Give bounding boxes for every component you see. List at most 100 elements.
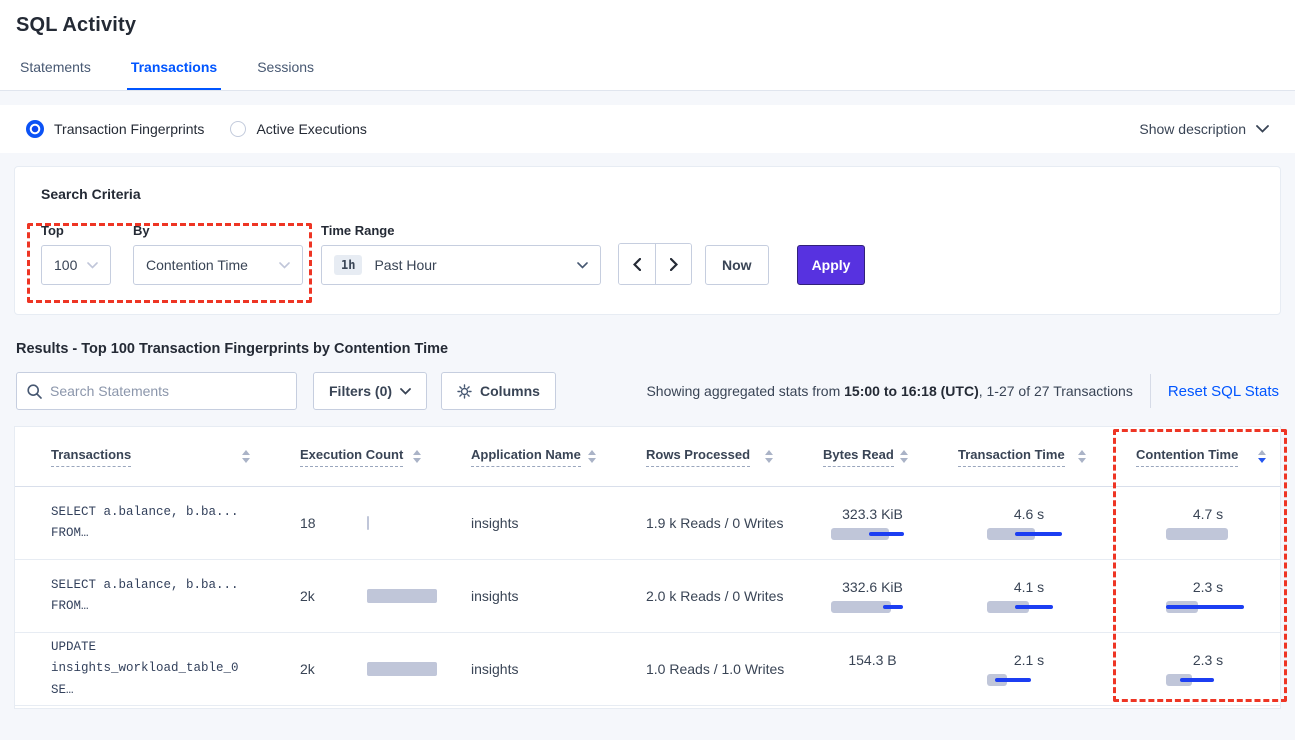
bytes-read-bar: [831, 601, 915, 613]
execution-count-bar: [367, 662, 435, 676]
by-label: By: [133, 223, 303, 238]
reset-sql-stats-link[interactable]: Reset SQL Stats: [1168, 383, 1279, 400]
criteria-form-row: Top 100 By Contention Time Time Range 1h…: [41, 223, 1254, 285]
top-bar: SQL Activity Statements Transactions Ses…: [0, 0, 1295, 91]
table-header-row: Transactions Execution Count Application…: [15, 427, 1280, 487]
column-header-application-name[interactable]: Application Name: [435, 427, 610, 486]
bytes-read-cell: 154.3 B: [787, 633, 922, 705]
search-box[interactable]: [16, 372, 297, 410]
top-label: Top: [41, 223, 111, 238]
time-prev-button[interactable]: [619, 244, 655, 284]
by-select-value: Contention Time: [146, 257, 248, 273]
transaction-time-cell: 2.1 s: [922, 633, 1100, 705]
tab-statements[interactable]: Statements: [16, 59, 95, 90]
columns-button[interactable]: Columns: [441, 372, 556, 410]
columns-label: Columns: [480, 383, 540, 399]
time-range-label: Time Range: [321, 223, 601, 238]
search-criteria-card: Search Criteria Top 100 By Contention Ti…: [14, 166, 1281, 315]
sort-icon[interactable]: [242, 450, 250, 463]
rows-processed-cell: 1.0 Reads / 1.0 Writes: [610, 633, 787, 705]
results-heading: Results - Top 100 Transaction Fingerprin…: [16, 341, 1279, 357]
execution-count-bar: [367, 589, 435, 603]
column-header-bytes-read[interactable]: Bytes Read: [787, 427, 922, 486]
sort-icon[interactable]: [588, 450, 596, 463]
show-description-toggle[interactable]: Show description: [1139, 121, 1269, 137]
radio-unselected-icon: [230, 121, 246, 137]
execution-count-cell: 2k: [264, 560, 435, 632]
table-row: SELECT a.balance, b.ba... FROM… 18 insig…: [15, 487, 1280, 560]
sort-icon-desc-active[interactable]: [1258, 450, 1266, 463]
chevron-right-icon: [670, 258, 678, 271]
chevron-down-icon: [279, 262, 290, 269]
sort-icon[interactable]: [900, 450, 908, 463]
now-button[interactable]: Now: [705, 245, 769, 285]
view-toggle-strip: Transaction Fingerprints Active Executio…: [0, 105, 1295, 153]
column-header-transactions[interactable]: Transactions: [15, 427, 264, 486]
bytes-read-cell: 323.3 KiB: [787, 487, 922, 559]
table-row: UPDATE insights_workload_table_0 SE… 2k …: [15, 633, 1280, 706]
radio-label: Active Executions: [256, 121, 367, 137]
transaction-fingerprint-link[interactable]: SELECT a.balance, b.ba... FROM…: [15, 487, 264, 559]
tab-transactions[interactable]: Transactions: [127, 59, 221, 90]
time-range-badge: 1h: [334, 255, 362, 275]
chevron-down-icon: [577, 262, 588, 269]
chevron-down-icon: [1256, 125, 1269, 133]
tab-sessions[interactable]: Sessions: [253, 59, 318, 90]
sort-icon[interactable]: [765, 450, 773, 463]
radio-selected-icon: [26, 120, 44, 138]
sort-icon[interactable]: [413, 450, 421, 463]
contention-time-bar: [1166, 674, 1250, 686]
transaction-fingerprint-link[interactable]: UPDATE insights_workload_table_0 SE…: [15, 633, 264, 705]
radio-transaction-fingerprints[interactable]: Transaction Fingerprints: [26, 120, 204, 138]
chevron-down-icon: [87, 262, 98, 269]
rows-processed-cell: 2.0 k Reads / 0 Writes: [610, 560, 787, 632]
by-select[interactable]: Contention Time: [133, 245, 303, 285]
execution-count-bar: [367, 516, 435, 530]
transaction-fingerprint-link[interactable]: SELECT a.balance, b.ba... FROM…: [15, 560, 264, 632]
bytes-read-cell: 332.6 KiB: [787, 560, 922, 632]
time-nav-group: [618, 243, 692, 285]
contention-time-bar: [1166, 601, 1250, 613]
column-header-rows-processed[interactable]: Rows Processed: [610, 427, 787, 486]
radio-label: Transaction Fingerprints: [54, 121, 204, 137]
column-header-transaction-time[interactable]: Transaction Time: [922, 427, 1100, 486]
transaction-time-bar: [987, 528, 1071, 540]
show-description-label: Show description: [1139, 121, 1246, 137]
results-controls-row: Filters (0) Columns Showing aggregated s…: [16, 372, 1279, 410]
top-select-value: 100: [54, 257, 77, 273]
page-title: SQL Activity: [16, 14, 1279, 37]
apply-button[interactable]: Apply: [797, 245, 866, 285]
tab-bar: Statements Transactions Sessions: [16, 59, 1279, 90]
search-icon: [27, 384, 42, 399]
aggregated-stats-text: Showing aggregated stats from 15:00 to 1…: [646, 383, 1132, 399]
filters-label: Filters (0): [329, 383, 392, 399]
application-name-cell: insights: [435, 560, 610, 632]
transactions-table: Transactions Execution Count Application…: [14, 426, 1281, 709]
time-range-select[interactable]: 1h Past Hour: [321, 245, 601, 285]
execution-count-cell: 2k: [264, 633, 435, 705]
application-name-cell: insights: [435, 487, 610, 559]
column-header-contention-time[interactable]: Contention Time: [1100, 427, 1280, 486]
time-range-field: Time Range 1h Past Hour: [303, 223, 601, 285]
filters-button[interactable]: Filters (0): [313, 372, 427, 410]
bytes-read-bar: [831, 528, 915, 540]
transaction-time-bar: [987, 674, 1071, 686]
chevron-down-icon: [400, 388, 411, 395]
bytes-read-bar: [831, 674, 915, 686]
column-header-execution-count[interactable]: Execution Count: [264, 427, 435, 486]
transaction-time-bar: [987, 601, 1071, 613]
contention-time-cell: 2.3 s: [1100, 633, 1280, 705]
top-select[interactable]: 100: [41, 245, 111, 285]
gear-icon: [457, 384, 472, 399]
search-input[interactable]: [50, 383, 286, 399]
contention-time-bar: [1166, 528, 1250, 540]
transaction-time-cell: 4.1 s: [922, 560, 1100, 632]
sort-icon[interactable]: [1078, 450, 1086, 463]
search-criteria-title: Search Criteria: [41, 186, 1254, 202]
time-next-button[interactable]: [655, 244, 691, 284]
vertical-divider: [1150, 374, 1151, 408]
radio-active-executions[interactable]: Active Executions: [230, 121, 367, 137]
top-field: Top 100: [41, 223, 111, 285]
stats-group: Showing aggregated stats from 15:00 to 1…: [646, 374, 1279, 408]
transaction-time-cell: 4.6 s: [922, 487, 1100, 559]
